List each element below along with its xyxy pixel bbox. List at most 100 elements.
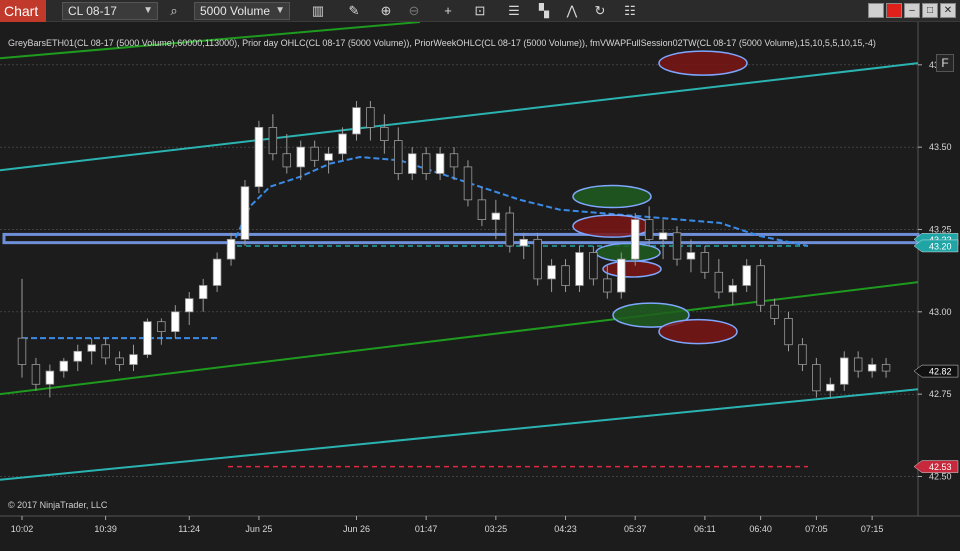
candle	[87, 344, 96, 352]
refresh-icon[interactable]: ↻	[590, 2, 610, 20]
chart-toolbar: Chart CL 08-17 ▼ ⌕ 5000 Volume ▼ ▥ ✎ ⊕ ⊖…	[0, 0, 960, 22]
price-label: 43.00	[929, 307, 952, 317]
time-label: 07:15	[861, 524, 884, 534]
close-button[interactable]: ✕	[940, 3, 956, 18]
strategy-icon[interactable]: ☰	[504, 2, 524, 20]
bar-type-selector[interactable]: 5000 Volume ▼	[194, 2, 290, 20]
chart-panel[interactable]: 43.7543.5043.2543.0042.7542.5010:0210:39…	[0, 21, 960, 546]
candle	[352, 107, 361, 135]
price-label: 42.50	[929, 471, 952, 481]
candle	[853, 357, 863, 372]
candle	[185, 298, 194, 313]
candle	[240, 186, 250, 240]
candle	[17, 337, 27, 365]
red-ellipse-2[interactable]	[602, 260, 662, 278]
candle	[575, 252, 584, 286]
plot-area	[0, 22, 918, 516]
candle	[603, 278, 612, 293]
copyright-text: © 2017 NinjaTrader, LLC	[8, 500, 108, 510]
search-icon[interactable]: ⌕	[164, 2, 184, 20]
chart-tab[interactable]: Chart	[0, 0, 46, 22]
candle	[421, 153, 431, 174]
candle	[324, 153, 333, 161]
green-ellipse-1[interactable]	[572, 184, 652, 209]
lower-red-ellipse[interactable]	[658, 318, 738, 345]
candle	[380, 126, 389, 141]
upper-red-ellipse[interactable]	[658, 50, 748, 76]
time-label: Jun 26	[343, 524, 370, 534]
data-box-icon[interactable]: ⊡	[470, 2, 490, 20]
candle	[212, 258, 222, 286]
candle	[268, 126, 278, 155]
candle	[171, 311, 180, 332]
time-label: 11:24	[178, 524, 200, 534]
crosshair-icon[interactable]: +	[438, 2, 458, 20]
maximize-button[interactable]: □	[922, 3, 938, 18]
candle	[547, 265, 556, 280]
time-label: 01:47	[415, 524, 438, 534]
time-label: 10:02	[11, 524, 34, 534]
candle	[617, 258, 626, 293]
candle	[129, 354, 138, 365]
draw-icon[interactable]: ⋀	[562, 2, 582, 20]
price-label: 42.75	[929, 389, 952, 399]
f-button[interactable]: F	[936, 54, 954, 72]
candle	[101, 344, 110, 359]
pencil-icon[interactable]: ✎	[344, 2, 364, 20]
green-ellipse-2[interactable]	[595, 242, 661, 263]
last-price-tag: 42.82	[929, 367, 952, 377]
candle	[59, 360, 69, 372]
candle	[310, 146, 319, 161]
properties-icon[interactable]: ☷	[620, 2, 640, 20]
indicator-label: GreyBarsETH01(CL 08-17 (5000 Volume),600…	[8, 38, 876, 48]
candle	[338, 133, 347, 155]
chevron-down-icon: ▼	[143, 5, 153, 16]
candle	[45, 370, 55, 385]
candle	[728, 285, 737, 293]
candle	[672, 232, 682, 260]
candle	[630, 219, 640, 260]
candle	[812, 364, 821, 392]
candle	[198, 285, 208, 300]
red-swatch-button[interactable]	[886, 3, 902, 18]
zoom-out-icon[interactable]: ⊖	[404, 2, 424, 20]
candle	[742, 265, 751, 286]
candle	[366, 107, 375, 128]
chevron-down-icon: ▼	[275, 5, 285, 16]
candle	[226, 238, 236, 260]
zoom-in-icon[interactable]: ⊕	[376, 2, 396, 20]
candle	[784, 317, 793, 346]
bars-icon[interactable]: ▥	[308, 2, 328, 20]
candle	[519, 238, 528, 247]
candle	[296, 146, 305, 168]
instrument-value: CL 08-17	[68, 4, 117, 18]
vwap-mid-price-tag: 43.20	[929, 241, 952, 251]
candle	[756, 265, 765, 306]
candle	[254, 126, 264, 188]
candle	[477, 199, 487, 220]
candle	[881, 364, 891, 372]
candle	[867, 364, 877, 372]
candle	[686, 252, 696, 260]
minimize-button[interactable]: –	[904, 3, 920, 18]
candle	[157, 321, 166, 332]
color-swatch-button[interactable]	[868, 3, 884, 18]
price-label: 43.25	[929, 224, 952, 234]
candle	[700, 252, 710, 273]
instrument-selector[interactable]: CL 08-17 ▼	[62, 2, 158, 20]
candle	[73, 350, 82, 362]
candle	[449, 153, 459, 168]
templates-icon[interactable]: ▚	[534, 2, 554, 20]
candle	[714, 271, 724, 293]
candle	[658, 232, 668, 240]
price-label: 43.50	[929, 142, 952, 152]
candle	[463, 166, 473, 201]
time-label: 06:11	[694, 524, 716, 534]
candle	[840, 357, 849, 385]
candle	[770, 304, 779, 319]
candle	[394, 140, 403, 174]
red-line-price-tag: 42.53	[929, 462, 952, 472]
price-chart[interactable]: 43.7543.5043.2543.0042.7542.5010:0210:39…	[0, 21, 960, 546]
bar-type-value: 5000 Volume	[200, 4, 271, 18]
candle	[143, 321, 152, 356]
